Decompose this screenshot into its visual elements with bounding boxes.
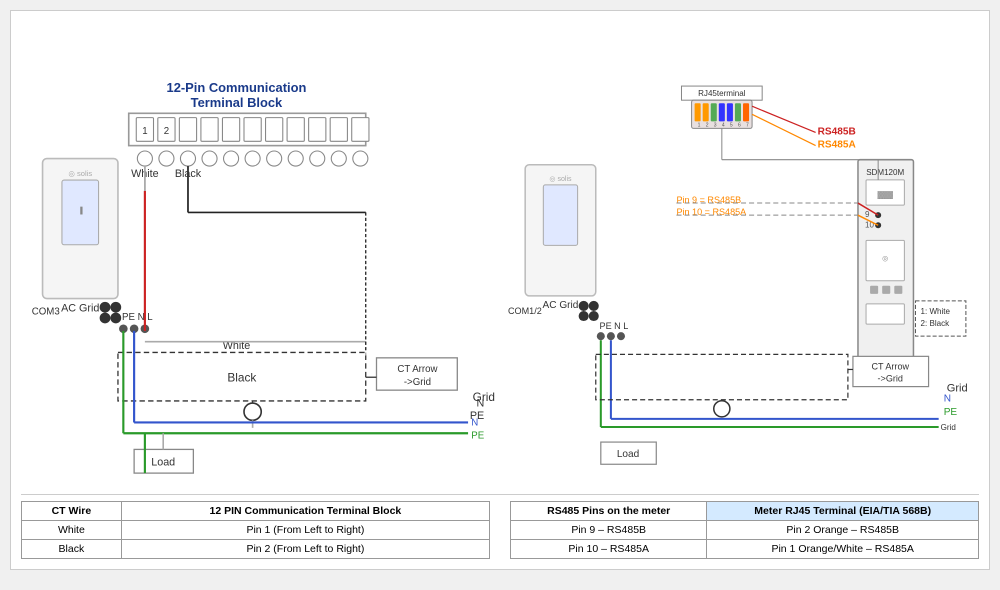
table-right: RS485 Pins on the meter Meter RJ45 Termi… bbox=[510, 501, 979, 559]
svg-text:7: 7 bbox=[746, 122, 749, 128]
svg-text:◎ solis: ◎ solis bbox=[68, 169, 92, 178]
rs485-table: RS485 Pins on the meter Meter RJ45 Termi… bbox=[510, 501, 979, 559]
svg-text:6: 6 bbox=[738, 122, 741, 128]
svg-text:2: 2 bbox=[706, 122, 709, 128]
pe-n-l-right: PE N L bbox=[600, 321, 629, 331]
svg-text:N: N bbox=[471, 418, 478, 429]
th-rj45-meter: Meter RJ45 Terminal (EIA/TIA 568B) bbox=[707, 502, 979, 521]
svg-text:4: 4 bbox=[722, 122, 725, 128]
com3-dot4 bbox=[110, 313, 121, 324]
svg-text:1: 1 bbox=[698, 122, 701, 128]
th-pin-comm: 12 PIN Communication Terminal Block bbox=[121, 502, 489, 521]
ct-arrow-text2: ->Grid bbox=[404, 377, 431, 388]
ct-box-right bbox=[596, 354, 848, 399]
left-diagram: 12-Pin Communication Terminal Block 1 2 bbox=[21, 21, 495, 490]
svg-text:3: 3 bbox=[714, 122, 717, 128]
ct-arrow-right: CT Arrow bbox=[871, 361, 909, 371]
diagrams-row: 12-Pin Communication Terminal Block 1 2 bbox=[21, 21, 979, 490]
left-title: 12-Pin Communication bbox=[167, 80, 307, 95]
svg-text:▓▓▓: ▓▓▓ bbox=[877, 191, 893, 199]
ct-wire-table: CT Wire 12 PIN Communication Terminal Bl… bbox=[21, 501, 490, 559]
left-diagram-svg: 12-Pin Communication Terminal Block 1 2 bbox=[21, 21, 495, 490]
n-grid-label: N bbox=[944, 394, 951, 405]
svg-text:Grid: Grid bbox=[941, 423, 956, 432]
th-rs485-pins: RS485 Pins on the meter bbox=[511, 502, 707, 521]
white-1-label: 1: White bbox=[921, 307, 951, 316]
load-label: Load bbox=[151, 457, 175, 469]
pe-grid-label: PE bbox=[944, 407, 958, 418]
com3-dot1 bbox=[100, 302, 111, 313]
rs485b-label: RS485B bbox=[818, 126, 856, 137]
pin10-rs485a: Pin 10 – RS485A bbox=[511, 540, 707, 559]
connector-2 bbox=[159, 151, 174, 166]
svg-text:◎ solis: ◎ solis bbox=[549, 176, 572, 183]
pin-white: Pin 1 (From Left to Right) bbox=[121, 521, 489, 540]
ac-grid-label: AC Grid bbox=[61, 303, 99, 315]
grid-right-label: Grid bbox=[947, 383, 968, 395]
ct-arrow-right2: ->Grid bbox=[878, 374, 903, 384]
svg-text:PE: PE bbox=[471, 431, 484, 442]
svg-text:9: 9 bbox=[865, 210, 870, 219]
pe-n-l-label: PE N L bbox=[122, 312, 153, 323]
com12-label: COM1/2 bbox=[508, 306, 542, 316]
main-container: 12-Pin Communication Terminal Block 1 2 bbox=[10, 10, 990, 570]
svg-text:2: 2 bbox=[164, 126, 169, 137]
rj45-pin1: Pin 1 Orange/White – RS485A bbox=[707, 540, 979, 559]
sdm-label: SDM120M bbox=[866, 168, 904, 177]
ct-wire-white: White bbox=[22, 521, 122, 540]
tables-row: CT Wire 12 PIN Communication Terminal Bl… bbox=[21, 494, 979, 559]
svg-text:◎: ◎ bbox=[882, 256, 888, 263]
black-2-label: 2: Black bbox=[921, 319, 951, 328]
ct-arrow-text: CT Arrow bbox=[397, 364, 438, 375]
pin-black: Pin 2 (From Left to Right) bbox=[121, 540, 489, 559]
right-diagram-svg: RJ45terminal 1 2 3 4 5 6 7 bbox=[505, 21, 979, 490]
rj45-pin2: Pin 2 Orange – RS485B bbox=[707, 521, 979, 540]
right-diagram: RJ45terminal 1 2 3 4 5 6 7 bbox=[505, 21, 979, 490]
black-wire-label: Black bbox=[227, 371, 256, 385]
table-row: Pin 10 – RS485A Pin 1 Orange/White – RS4… bbox=[511, 540, 979, 559]
com3-label: COM3 bbox=[32, 307, 60, 318]
table-row: Black Pin 2 (From Left to Right) bbox=[22, 540, 490, 559]
left-title-2: Terminal Block bbox=[191, 95, 283, 110]
svg-text:▐: ▐ bbox=[78, 206, 83, 214]
ct-wire-black: Black bbox=[22, 540, 122, 559]
rs485a-label: RS485A bbox=[818, 140, 857, 151]
pin9-rs485b: Pin 9 – RS485B bbox=[511, 521, 707, 540]
svg-text:5: 5 bbox=[730, 122, 733, 128]
ct-circle bbox=[244, 403, 261, 420]
ct-circle-right bbox=[714, 401, 730, 417]
rj45-terminal-label: RJ45terminal bbox=[698, 89, 746, 98]
com3-dot3 bbox=[100, 313, 111, 324]
svg-text:1: 1 bbox=[142, 126, 147, 137]
load-right: Load bbox=[617, 449, 639, 460]
ac-grid-right: AC Grid bbox=[543, 300, 579, 311]
grid-label: Grid bbox=[473, 390, 495, 404]
th-ct-wire: CT Wire bbox=[22, 502, 122, 521]
connector-1 bbox=[137, 151, 152, 166]
table-row: Pin 9 – RS485B Pin 2 Orange – RS485B bbox=[511, 521, 979, 540]
table-left: CT Wire 12 PIN Communication Terminal Bl… bbox=[21, 501, 490, 559]
table-row: White Pin 1 (From Left to Right) bbox=[22, 521, 490, 540]
com3-dot2 bbox=[110, 302, 121, 313]
